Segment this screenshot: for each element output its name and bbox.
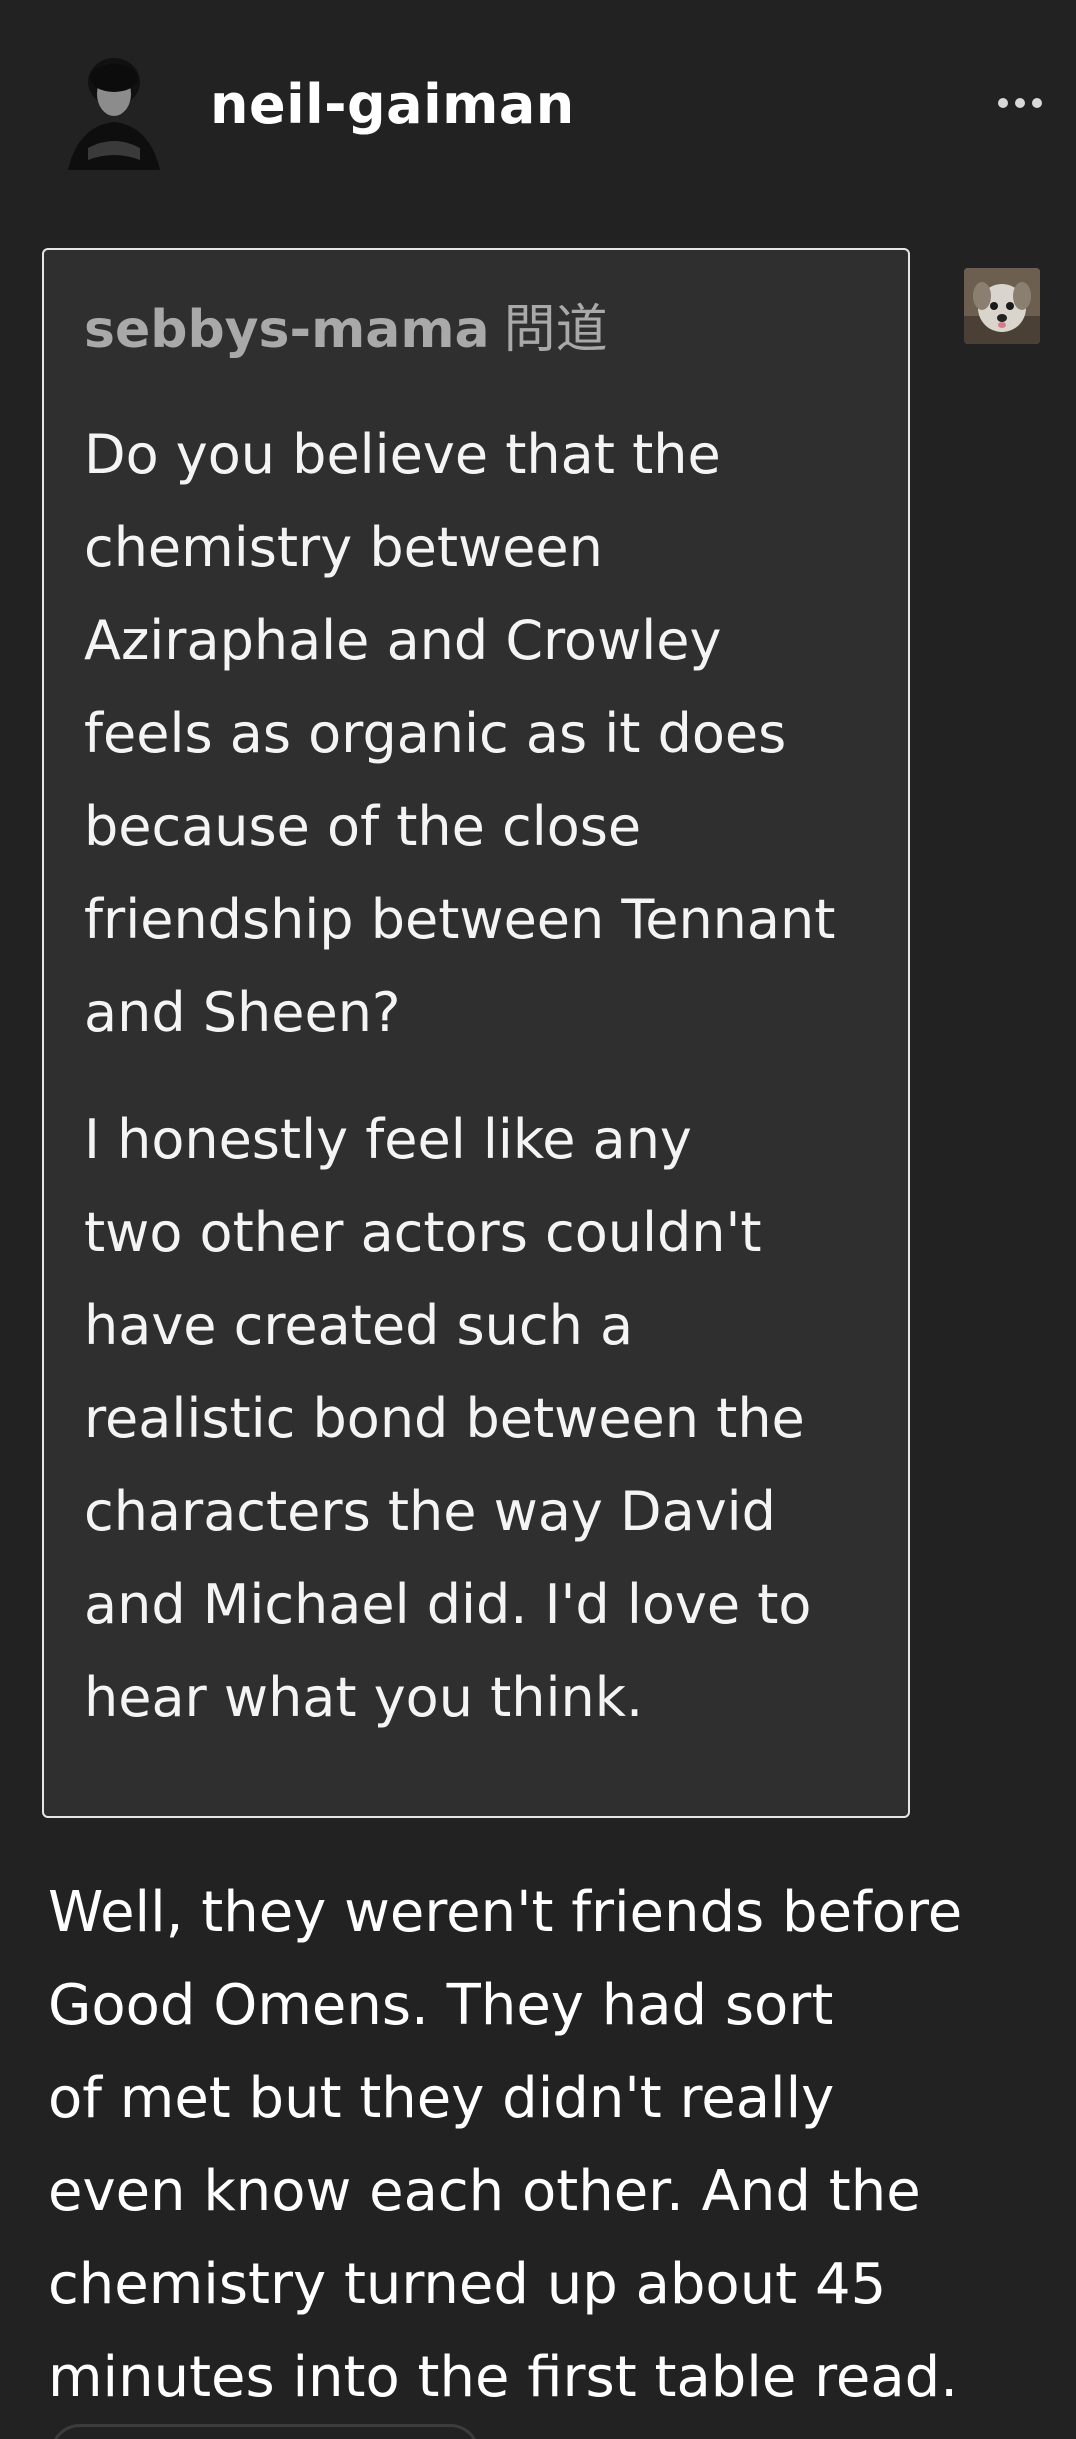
author-avatar[interactable] <box>48 38 180 170</box>
answer-line: of met but they didn't really <box>48 2066 835 2131</box>
answer-body: Well, they weren't friends before Good O… <box>48 1866 1058 2424</box>
ask-line: Do you believe that the <box>84 423 721 486</box>
ask-line: and Michael did. I'd love to <box>84 1573 812 1636</box>
answer-line: even know each other. And the <box>48 2159 921 2224</box>
ask-line: realistic bond between the <box>84 1387 805 1450</box>
ask-line: chemistry between <box>84 516 603 579</box>
ask-line: Aziraphale and Crowley <box>84 609 722 672</box>
asker-avatar[interactable] <box>964 268 1040 344</box>
ellipsis-icon <box>998 98 1008 108</box>
dog-avatar-icon <box>964 268 1040 344</box>
post-header: neil-gaiman <box>0 0 1076 200</box>
post-container: neil-gaiman sebbys-mama 問道 Do you believe… <box>0 0 1076 2439</box>
answer-line: Well, they weren't friends before <box>48 1880 963 1945</box>
ask-paragraph-1: Do you believe that the chemistry betwee… <box>84 408 894 1059</box>
answer-line: Good Omens. They had sort <box>48 1973 834 2038</box>
asker-attribution: sebbys-mama 問道 <box>84 295 608 365</box>
more-options-button[interactable] <box>990 88 1050 118</box>
asked-label: 問道 <box>503 300 608 360</box>
ask-line: characters the way David <box>84 1480 776 1543</box>
asker-name[interactable]: sebbys-mama <box>84 300 490 360</box>
ask-line: I honestly feel like any <box>84 1108 692 1171</box>
ask-paragraph-2: I honestly feel like any two other actor… <box>84 1093 894 1744</box>
ellipsis-icon <box>1032 98 1042 108</box>
bottom-pill-button[interactable] <box>50 2424 480 2439</box>
blog-name[interactable]: neil-gaiman <box>210 70 575 140</box>
ask-line: because of the close <box>84 795 642 858</box>
ask-line: feels as organic as it does <box>84 702 787 765</box>
ask-line: hear what you think. <box>84 1666 644 1729</box>
ask-line: two other actors couldn't <box>84 1201 762 1264</box>
ellipsis-icon <box>1015 98 1025 108</box>
answer-line: minutes into the first table read. <box>48 2345 959 2410</box>
ask-line: and Sheen? <box>84 981 401 1044</box>
author-portrait-avatar-icon <box>48 38 180 170</box>
ask-line: have created such a <box>84 1294 634 1357</box>
answer-line: chemistry turned up about 45 <box>48 2252 887 2317</box>
ask-line: friendship between Tennant <box>84 888 836 951</box>
